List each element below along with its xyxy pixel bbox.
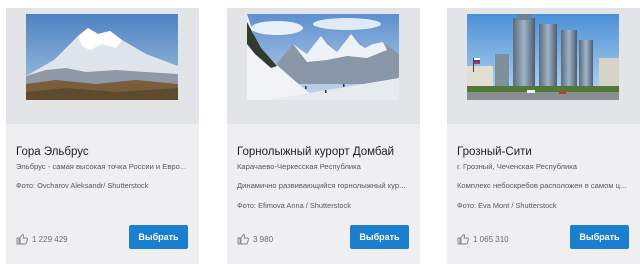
elbrus-photo[interactable]: [26, 14, 178, 100]
grozny-city-photo[interactable]: [467, 14, 619, 100]
photo-area: [227, 8, 420, 124]
card-subtitle: Эльбрус - самая высокая точка России и Е…: [16, 162, 187, 171]
like-counter[interactable]: 1 065 310: [457, 232, 509, 246]
card-title: Горнолыжный курорт Домбай: [237, 146, 395, 158]
thumbs-up-icon[interactable]: [237, 233, 249, 245]
like-counter[interactable]: 1 229 429: [16, 232, 68, 246]
destination-card-elbrus: Гора Эльбрус Эльбрус - самая высокая точ…: [6, 8, 199, 264]
destination-card-grozny-city: Грозный-Сити г. Грозный, Чеченская Респу…: [447, 8, 640, 264]
photo-credit: Фото: Eva Mont / Shutterstock: [457, 201, 557, 210]
like-count: 3 980: [253, 234, 274, 244]
like-count: 1 065 310: [473, 234, 509, 244]
card-title: Грозный-Сити: [457, 146, 532, 158]
dombay-photo[interactable]: [247, 14, 399, 100]
like-counter[interactable]: 3 980: [237, 232, 273, 246]
like-count: 1 229 429: [32, 234, 68, 244]
photo-area: [6, 8, 199, 124]
photo-credit: Фото: Efimova Anna / Shutterstock: [237, 201, 351, 210]
card-subtitle: Карачаево-Черкесская Республика: [237, 162, 361, 171]
destination-card-dombay: Горнолыжный курорт Домбай Карачаево-Черк…: [227, 8, 420, 264]
photo-area: [447, 8, 640, 124]
select-button[interactable]: Выбрать: [350, 225, 409, 249]
select-button[interactable]: Выбрать: [129, 225, 188, 249]
card-description: Комплекс небоскребов расположен в самом …: [457, 181, 627, 190]
card-subtitle: г. Грозный, Чеченская Республика: [457, 162, 577, 171]
photo-credit: Фото: Ovcharov Aleksandr/ Shutterstock: [16, 181, 149, 190]
destination-cards: Гора Эльбрус Эльбрус - самая высокая точ…: [0, 0, 640, 264]
select-button[interactable]: Выбрать: [570, 225, 629, 249]
thumbs-up-icon[interactable]: [16, 233, 28, 245]
card-description: Динамично развивающийся горнолыжный кур.…: [237, 181, 406, 190]
card-title: Гора Эльбрус: [16, 146, 89, 158]
thumbs-up-icon[interactable]: [457, 233, 469, 245]
